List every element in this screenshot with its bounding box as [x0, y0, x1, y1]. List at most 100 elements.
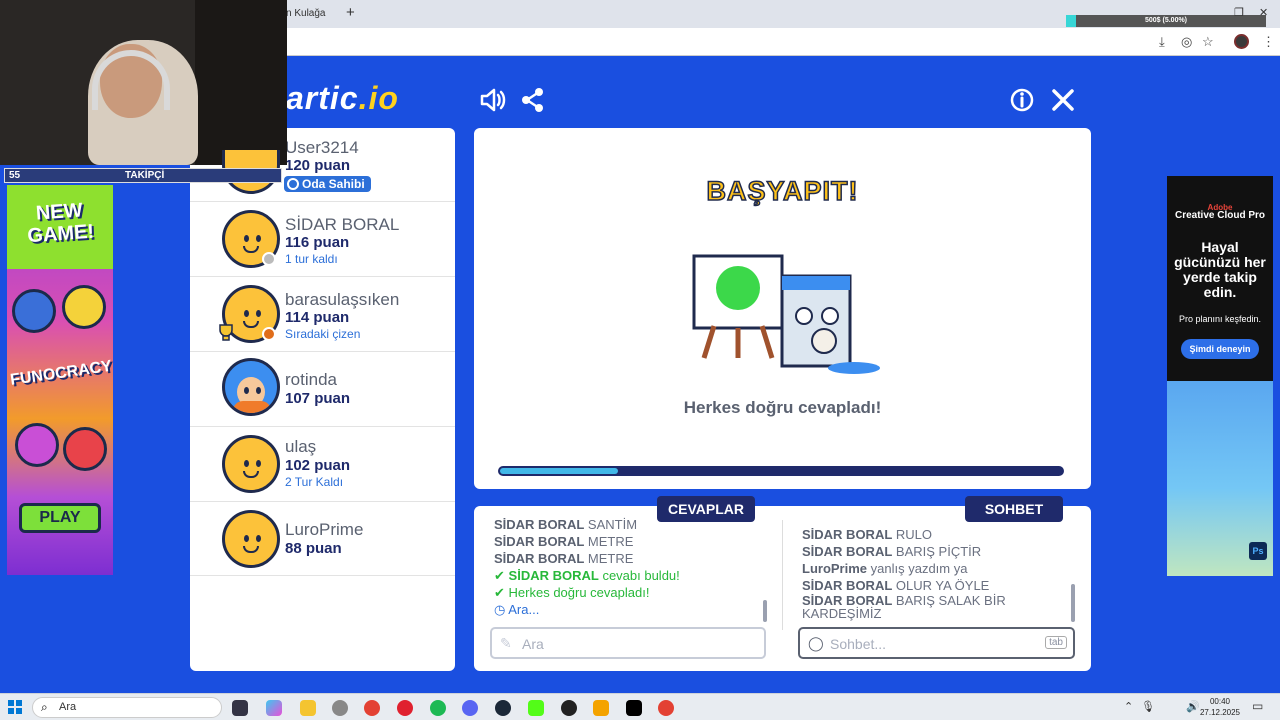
left-advertisement[interactable]: NEW GAME! FUNOCRACY PLAY	[7, 185, 113, 575]
windows-taskbar: ⌕ Ara ⌃ 🎙 🔊 00:40 27.12.2025 ▭	[0, 693, 1280, 720]
product-name: Creative Cloud Pro	[1174, 210, 1266, 221]
photoshop-icon: Ps	[1249, 542, 1267, 560]
chat-message: LuroPrime yanlış yazdım ya	[802, 561, 968, 576]
room-owner-badge: Oda Sahibi	[284, 176, 371, 192]
close-icon[interactable]	[1049, 86, 1077, 114]
webcam-overlay	[0, 0, 287, 165]
turns-left: 1 tur kaldı	[285, 252, 338, 266]
player-avatar	[222, 358, 280, 416]
close-window-button[interactable]: ✕	[1259, 6, 1268, 19]
answer-input[interactable]	[522, 633, 722, 655]
chat-input[interactable]	[830, 633, 1030, 655]
search-label: Ara	[59, 701, 77, 713]
answers-log: SİDAR BORAL SANTİM SİDAR BORAL METRE SİD…	[494, 516, 769, 628]
tray-chevron-icon[interactable]: ⌃	[1124, 700, 1133, 713]
copilot-icon[interactable]	[266, 700, 282, 716]
share-icon[interactable]	[519, 86, 547, 114]
windows-start-icon[interactable]	[8, 700, 22, 714]
right-advertisement[interactable]: Adobe Creative Cloud Pro Hayal gücünüzü …	[1167, 176, 1273, 576]
restore-button[interactable]: ❐	[1234, 6, 1244, 19]
follower-label: TAKİPÇİ	[125, 170, 165, 181]
game-logo[interactable]: artic.io	[286, 80, 399, 117]
capcut-icon[interactable]	[626, 700, 642, 716]
funocracy-logo: FUNOCRACY	[9, 357, 113, 389]
clock-date: 27.12.2025	[1199, 708, 1241, 717]
chrome-active-icon[interactable]	[658, 700, 674, 716]
rockstar-icon[interactable]	[593, 700, 609, 716]
answer-entry: SİDAR BORAL METRE	[494, 551, 634, 566]
player-name: barasulaşsıken	[285, 290, 400, 309]
panel-divider	[782, 520, 783, 630]
opera-icon[interactable]	[397, 700, 413, 716]
player-name: rotinda	[285, 370, 337, 389]
follower-count: 55	[9, 170, 21, 181]
chat-log: SİDAR BORAL RULO SİDAR BORAL BARIŞ PİÇTİ…	[802, 526, 1072, 626]
player-name: LuroPrime	[285, 520, 364, 539]
answer-found-entry: ✔ SİDAR BORAL cevabı buldu!	[494, 568, 680, 583]
steam-icon[interactable]	[495, 700, 511, 716]
answers-scrollbar[interactable]	[763, 600, 767, 622]
clock-time: 00:40	[1209, 697, 1231, 706]
browser-tab[interactable]: n Kulağa	[286, 4, 340, 26]
player-list: User3214 120 puan Oda Sahibi SİDAR BORAL…	[190, 128, 455, 671]
file-explorer-icon[interactable]	[300, 700, 316, 716]
smiling-character-icon	[62, 285, 106, 329]
chrome-icon[interactable]	[364, 700, 380, 716]
angry-character-icon	[63, 427, 107, 471]
answer-entry: SİDAR BORAL SANTİM	[494, 517, 638, 532]
install-app-icon[interactable]: ⤓	[1159, 34, 1165, 50]
answers-chat-panel: CEVAPLAR SOHBET SİDAR BORAL SANTİM SİDAR…	[474, 496, 1091, 671]
menu-dots-icon[interactable]: ⋮	[1262, 34, 1275, 50]
play-button[interactable]: PLAY	[19, 503, 101, 533]
player-row[interactable]: ulaş 102 puan 2 Tur Kaldı	[190, 427, 455, 502]
tab-title: n Kulağa	[286, 8, 326, 19]
next-drawer: Sıradaki çizen	[285, 327, 361, 341]
profile-avatar[interactable]	[1234, 34, 1249, 49]
drawing-canvas[interactable]: BAŞYAPIT! Herkes doğru cevapladı!	[474, 128, 1091, 489]
notifications-icon[interactable]: ▭	[1252, 699, 1263, 713]
search-icon: ⌕	[41, 700, 48, 714]
player-avatar	[222, 435, 280, 493]
chat-message: SİDAR BORAL OLUR YA ÖYLE	[802, 578, 990, 593]
player-row[interactable]: LuroPrime 88 puan	[190, 502, 455, 576]
chat-field[interactable]: ◯ tab	[798, 627, 1075, 659]
system-clock[interactable]: 00:40 27.12.2025	[1198, 696, 1242, 718]
microphone-icon[interactable]: 🎙	[1141, 700, 1155, 713]
kick-icon[interactable]	[528, 700, 544, 716]
round-message: Herkes doğru cevapladı!	[683, 398, 882, 417]
settings-icon[interactable]	[332, 700, 348, 716]
new-tab-button[interactable]: +	[346, 5, 355, 21]
player-row[interactable]: SİDAR BORAL 116 puan 1 tur kaldı	[190, 202, 455, 277]
ad-subtext: Pro planını keşfedin.	[1178, 314, 1262, 324]
logo-suffix: .io	[358, 80, 399, 116]
taskbar-search[interactable]: ⌕ Ara	[32, 697, 222, 718]
player-row[interactable]: rotinda 107 puan	[190, 352, 455, 427]
ad-headline: Hayal gücünüzü her yerde takip edin.	[1174, 239, 1266, 300]
player-name: User3214	[285, 138, 359, 157]
tracking-icon[interactable]: ◎	[1181, 34, 1192, 50]
all-correct-entry: ✔ Herkes doğru cevapladı!	[494, 585, 650, 600]
discord-icon[interactable]	[462, 700, 478, 716]
searching-entry: ◷ Ara...	[494, 602, 540, 617]
turns-left: 2 Tur Kaldı	[285, 475, 344, 489]
thumbs-up-character-icon	[12, 289, 56, 333]
bookmark-star-icon[interactable]: ☆	[1202, 34, 1214, 50]
chat-scrollbar[interactable]	[1071, 584, 1075, 622]
task-view-icon[interactable]	[232, 700, 248, 716]
ad-cta-button[interactable]: Şimdi deneyin	[1181, 339, 1259, 359]
player-row[interactable]: barasulaşsıken 114 puan Sıradaki çizen	[190, 277, 455, 352]
round-progress	[498, 466, 1064, 476]
answer-field[interactable]: ✎	[490, 627, 766, 659]
spotify-icon[interactable]	[430, 700, 446, 716]
sound-icon[interactable]	[478, 86, 506, 114]
player-score: 114 puan	[285, 309, 350, 326]
obs-icon[interactable]	[561, 700, 577, 716]
webcam-background	[195, 0, 287, 165]
player-score: 107 puan	[285, 390, 351, 407]
chat-message: SİDAR BORAL RULO	[802, 527, 933, 542]
chat-tab[interactable]: SOHBET	[965, 496, 1063, 522]
info-icon[interactable]	[1008, 86, 1036, 114]
chat-message: SİDAR BORAL BARIŞ SALAK BİR KARDEŞİMİZ	[802, 593, 1006, 621]
player-score: 88 puan	[285, 540, 342, 557]
round-progress-fill	[500, 468, 619, 474]
